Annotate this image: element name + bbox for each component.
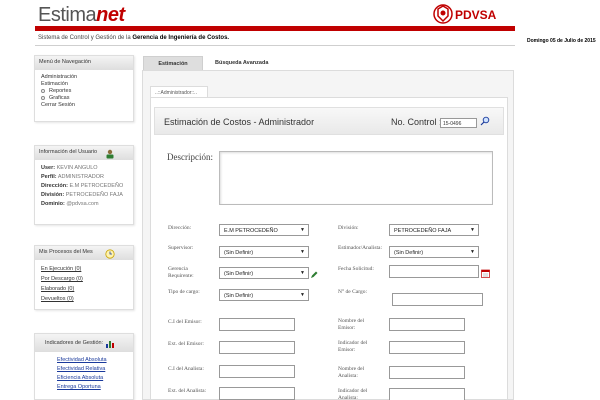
proc-en-ejecucion[interactable]: En Ejecución (0) <box>41 264 127 274</box>
bar-chart-icon <box>106 341 114 348</box>
supervisor-label: Supervisor: <box>168 245 194 251</box>
nav-item-estimacion[interactable]: Estimación <box>41 81 127 88</box>
indicator-eficiencia-absoluta[interactable]: Eficiencia Absoluta <box>57 374 127 383</box>
gerencia-label: Gerencia Requirente: <box>168 266 194 279</box>
user-panel-title: Información del Usuario <box>35 146 133 160</box>
tab-busqueda-avanzada[interactable]: Búsqueda Avanzada <box>205 56 280 70</box>
nav-item-graficas[interactable]: Graficas <box>41 95 127 102</box>
pdvsa-brand: PDVSA <box>433 4 523 24</box>
nav-panel: Menú de Navegación Administración Estima… <box>34 55 134 122</box>
direccion-label: Dirección: <box>168 225 192 231</box>
nombre-emisor-input[interactable] <box>389 318 465 331</box>
app-subtitle: Sistema de Control y Gestión de la Geren… <box>38 35 230 41</box>
numero-cargo-label: N° de Cargo: <box>338 289 367 295</box>
ci-emisor-label: C.I del Emisor: <box>168 319 202 325</box>
fecha-solicitud-label: Fecha Solicitud: <box>338 266 374 272</box>
bullet-icon <box>41 88 45 93</box>
estimador-select[interactable]: (Sin Definir) <box>389 246 479 258</box>
indicator-efectividad-absoluta[interactable]: Efectividad Absoluta <box>57 356 127 365</box>
indicator-entrega-oportuna[interactable]: Entrega Oportuna <box>57 383 127 392</box>
supervisor-select[interactable]: (Sin Definir) <box>219 246 309 258</box>
indicador-emisor-input[interactable] <box>389 341 465 354</box>
ci-emisor-input[interactable] <box>219 318 295 331</box>
description-textarea[interactable] <box>219 151 493 205</box>
app-logo: Estimanet <box>38 4 125 26</box>
nav-item-administracion[interactable]: Administración <box>41 74 127 81</box>
indicador-emisor-label: Indicador del Emisor: <box>338 340 368 353</box>
proc-elaborado[interactable]: Elaborado (0) <box>41 284 127 294</box>
search-icon[interactable] <box>480 116 490 126</box>
indicador-analista-input[interactable] <box>389 388 465 400</box>
user-div-row: División: PETROCEDEÑO FAJA <box>41 192 123 198</box>
processes-panel-title: Mis Procesos del Mes <box>35 246 133 260</box>
calendar-icon[interactable] <box>481 269 490 278</box>
control-number-input[interactable]: 15-0496 <box>440 118 477 128</box>
nav-item-logout[interactable]: Cerrar Sesión <box>41 102 127 109</box>
header-bar <box>35 26 515 31</box>
ext-analista-input[interactable] <box>219 387 295 400</box>
admin-subtab: ..::Administrador::.. <box>150 86 208 97</box>
proc-devueltos[interactable]: Devueltos (0) <box>41 294 127 304</box>
ext-analista-label: Ext. del Analista: <box>168 388 207 394</box>
divider <box>35 45 515 46</box>
division-select[interactable]: PETROCEDEÑO FAJA <box>389 224 479 236</box>
processes-panel: Mis Procesos del Mes En Ejecución (0) Po… <box>34 245 134 310</box>
direccion-select[interactable]: E.M PETROCEDEÑO <box>219 224 309 236</box>
pencil-icon[interactable] <box>310 271 318 279</box>
brand-name: PDVSA <box>455 8 497 22</box>
user-dir-row: Dirección: E.M PETROCEDEÑO <box>41 183 124 189</box>
user-name-row: User: KEVIN ANGULO <box>41 165 98 171</box>
indicador-analista-label: Indicador del Analista: <box>338 388 368 400</box>
indicators-panel-title: Indicadores de Gestión: <box>35 334 133 352</box>
proc-por-descargo[interactable]: Por Descargo (0) <box>41 274 127 284</box>
description-label: Descripción: <box>167 152 213 162</box>
clock-icon <box>105 249 115 259</box>
tab-estimacion[interactable]: Estimación <box>143 56 203 70</box>
bullet-icon <box>41 95 45 100</box>
gerencia-select[interactable]: (Sin Definir) <box>219 267 309 279</box>
estimador-label: Estimador/Analista: <box>338 245 382 251</box>
ci-analista-input[interactable] <box>219 365 295 378</box>
indicators-panel: Indicadores de Gestión: Efectividad Abso… <box>34 333 134 400</box>
division-label: División: <box>338 225 359 231</box>
ci-analista-label: C.I del Analista: <box>168 366 204 372</box>
ext-emisor-input[interactable] <box>219 341 295 354</box>
ext-emisor-label: Ext. del Emisor: <box>168 341 204 347</box>
user-info-panel: Información del Usuario User: KEVIN ANGU… <box>34 145 134 225</box>
current-date: Domingo 05 de Julio de 2015 <box>527 38 596 44</box>
form-title: Estimación de Costos - Administrador <box>164 117 315 127</box>
indicator-efectividad-relativa[interactable]: Efectividad Relativa <box>57 365 127 374</box>
control-number-label: No. Control : <box>391 117 442 127</box>
user-profile-row: Perfil: ADMINISTRADOR <box>41 174 104 180</box>
tipo-cargo-select[interactable]: (Sin Definir) <box>219 289 309 301</box>
numero-cargo-input[interactable] <box>392 293 483 306</box>
user-domain-row: Dominio: @pdvsa.com <box>41 201 99 207</box>
nav-panel-title: Menú de Navegación <box>35 56 133 70</box>
fecha-solicitud-input[interactable] <box>389 265 479 278</box>
nombre-analista-label: Nombre del Analista: <box>338 366 365 379</box>
tipo-cargo-label: Tipo de cargo: <box>168 289 200 295</box>
nombre-emisor-label: Nombre del Emisor: <box>338 318 365 331</box>
pdvsa-logo-icon <box>433 4 453 24</box>
nav-item-reportes[interactable]: Reportes <box>41 88 127 95</box>
nombre-analista-input[interactable] <box>389 366 465 379</box>
user-icon <box>106 149 114 159</box>
